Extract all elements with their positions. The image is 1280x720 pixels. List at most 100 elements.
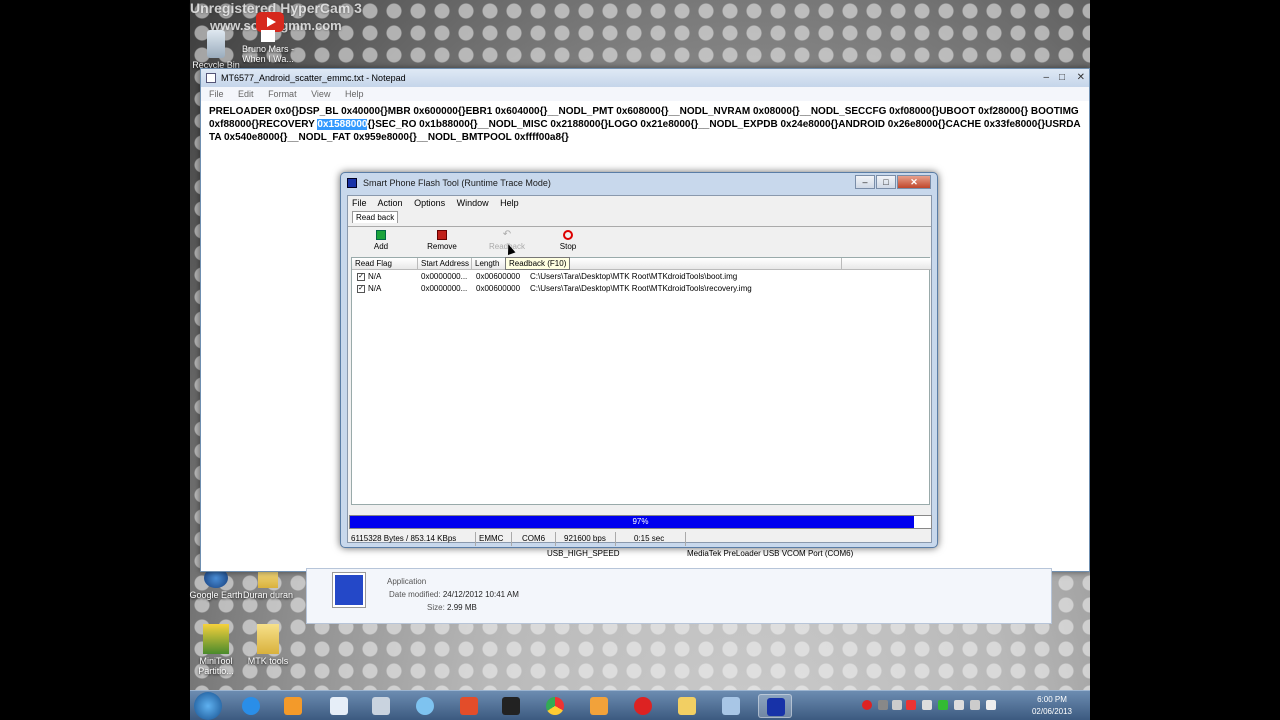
column-start-address[interactable]: Start Address bbox=[418, 258, 472, 270]
cell-read-flag: N/A bbox=[368, 284, 382, 293]
status-storage: EMMC bbox=[476, 532, 512, 546]
desktop-icon-label: Google Earth bbox=[189, 590, 243, 600]
minimize-icon[interactable]: – bbox=[855, 175, 875, 189]
volume-icon[interactable] bbox=[986, 700, 996, 710]
status-time: 0:15 sec bbox=[616, 532, 686, 546]
readback-list[interactable]: Read Flag Start Address Length File Path… bbox=[351, 257, 931, 505]
date-modified-label: Date modified: bbox=[389, 590, 441, 599]
taskbar-itunes[interactable] bbox=[408, 694, 442, 718]
taskbar-app[interactable] bbox=[626, 694, 660, 718]
column-file-path[interactable]: File Path bbox=[526, 258, 842, 270]
clock-date: 02/06/2013 bbox=[1031, 707, 1073, 716]
cell-length: 0x00600000 bbox=[476, 272, 521, 281]
minitool-icon bbox=[203, 624, 229, 654]
flash-tool-menu-bar: File Action Options Window Help bbox=[348, 196, 931, 210]
menu-options[interactable]: Options bbox=[414, 198, 445, 208]
menu-view[interactable]: View bbox=[311, 89, 330, 99]
desktop-icon-bruno-mars[interactable]: Bruno Mars - When I Wa... bbox=[238, 30, 298, 64]
remove-button[interactable]: Remove bbox=[417, 230, 467, 251]
minimize-icon[interactable]: – bbox=[1043, 69, 1049, 87]
progress-label: 97% bbox=[632, 517, 649, 526]
maximize-icon[interactable]: □ bbox=[876, 175, 896, 189]
menu-format[interactable]: Format bbox=[268, 89, 297, 99]
media-player-icon bbox=[284, 697, 302, 715]
taskbar-internet-explorer[interactable] bbox=[234, 694, 268, 718]
cell-start-address: 0x0000000... bbox=[421, 284, 468, 293]
date-modified-row: Date modified: 24/12/2012 10:41 AM bbox=[389, 590, 519, 599]
tray-icon[interactable] bbox=[938, 700, 948, 710]
readback-tooltip: Readback (F10) bbox=[505, 257, 571, 270]
cell-read-flag: N/A bbox=[368, 272, 382, 281]
tray-icon[interactable] bbox=[878, 700, 888, 710]
ie-icon bbox=[242, 697, 260, 715]
explorer-details-pane: Application Date modified: 24/12/2012 10… bbox=[306, 568, 1052, 624]
taskbar-app[interactable] bbox=[452, 694, 486, 718]
stop-button[interactable]: Stop bbox=[543, 230, 593, 251]
taskbar-app[interactable] bbox=[322, 694, 356, 718]
add-button[interactable]: Add bbox=[356, 230, 406, 251]
letterbox-left bbox=[0, 0, 190, 720]
status-bar: 6115328 Bytes / 853.14 KBps EMMC COM6 92… bbox=[348, 532, 931, 546]
taskbar-flash-tool[interactable] bbox=[758, 694, 792, 718]
checkbox-checked[interactable]: ✓ bbox=[357, 285, 365, 293]
start-button[interactable] bbox=[194, 692, 222, 720]
close-icon[interactable]: ✕ bbox=[1077, 69, 1085, 87]
tray-icon[interactable] bbox=[954, 700, 964, 710]
flash-tool-icon bbox=[767, 698, 785, 716]
date-modified-value: 24/12/2012 10:41 AM bbox=[442, 590, 519, 599]
table-row[interactable]: ✓ N/A 0x0000000... 0x00600000 C:\Users\T… bbox=[352, 283, 931, 295]
tray-icon[interactable] bbox=[906, 700, 916, 710]
flash-tool-title-bar[interactable]: Smart Phone Flash Tool (Runtime Trace Mo… bbox=[341, 173, 937, 193]
taskbar-media-player[interactable] bbox=[276, 694, 310, 718]
checkbox-checked[interactable]: ✓ bbox=[357, 273, 365, 281]
menu-edit[interactable]: Edit bbox=[238, 89, 254, 99]
flash-tool-icon bbox=[347, 178, 357, 188]
flash-tool-window[interactable]: Smart Phone Flash Tool (Runtime Trace Mo… bbox=[340, 172, 938, 558]
taskbar-app[interactable] bbox=[582, 694, 616, 718]
menu-help[interactable]: Help bbox=[500, 198, 519, 208]
desktop-icon-recycle-bin[interactable]: Recycle Bin bbox=[186, 30, 246, 70]
desktop-icon-mtk-tools[interactable]: MTK tools bbox=[238, 624, 298, 666]
menu-action[interactable]: Action bbox=[378, 198, 403, 208]
network-icon[interactable] bbox=[970, 700, 980, 710]
menu-help[interactable]: Help bbox=[345, 89, 364, 99]
close-icon[interactable]: ✕ bbox=[897, 175, 931, 189]
taskbar-app[interactable] bbox=[714, 694, 748, 718]
menu-file[interactable]: File bbox=[209, 89, 224, 99]
selected-text: 0x1588000 bbox=[317, 119, 368, 130]
record-icon[interactable] bbox=[862, 700, 872, 710]
notepad-title-bar[interactable]: MT6577_Android_scatter_emmc.txt - Notepa… bbox=[201, 69, 1089, 87]
column-empty bbox=[842, 258, 931, 270]
file-type: Application bbox=[387, 577, 427, 586]
notepad-text-area[interactable]: PRELOADER 0x0{}DSP_BL 0x40000{}MBR 0x600… bbox=[201, 101, 1089, 148]
desktop-icon-minitool[interactable]: MiniTool Partitio... bbox=[186, 624, 246, 676]
size-value: 2.99 MB bbox=[447, 603, 477, 612]
maximize-icon[interactable]: □ bbox=[1059, 69, 1065, 87]
youtube-play-icon bbox=[256, 12, 284, 32]
taskbar-app[interactable] bbox=[494, 694, 528, 718]
remove-label: Remove bbox=[427, 242, 457, 251]
app-icon bbox=[330, 697, 348, 715]
remove-icon bbox=[437, 230, 447, 240]
menu-window[interactable]: Window bbox=[457, 198, 489, 208]
stop-label: Stop bbox=[559, 242, 577, 251]
taskbar-app[interactable] bbox=[364, 694, 398, 718]
desktop-icon-google-earth[interactable]: Google Earth bbox=[186, 568, 246, 600]
application-icon bbox=[332, 572, 366, 608]
size-row: Size: 2.99 MB bbox=[427, 603, 477, 612]
table-row[interactable]: ✓ N/A 0x0000000... 0x00600000 C:\Users\T… bbox=[352, 271, 931, 283]
folder-icon bbox=[678, 697, 696, 715]
tray-icon[interactable] bbox=[892, 700, 902, 710]
taskbar-clock[interactable]: 6:00 PM 02/06/2013 bbox=[1022, 694, 1082, 718]
tab-read-back[interactable]: Read back bbox=[352, 211, 399, 223]
taskbar-explorer[interactable] bbox=[670, 694, 704, 718]
taskbar-chrome[interactable] bbox=[538, 694, 572, 718]
menu-file[interactable]: File bbox=[352, 198, 367, 208]
column-read-flag[interactable]: Read Flag bbox=[352, 258, 418, 270]
tray-icon[interactable] bbox=[922, 700, 932, 710]
desktop-icon-duran-duran[interactable]: Duran duran bbox=[238, 568, 298, 600]
itunes-icon bbox=[416, 697, 434, 715]
status-device: MediaTek PreLoader USB VCOM Port (COM6) bbox=[687, 549, 854, 558]
flash-tool-title: Smart Phone Flash Tool (Runtime Trace Mo… bbox=[363, 178, 551, 188]
cell-file-path: C:\Users\Tara\Desktop\MTK Root\MTKdroidT… bbox=[530, 284, 752, 293]
